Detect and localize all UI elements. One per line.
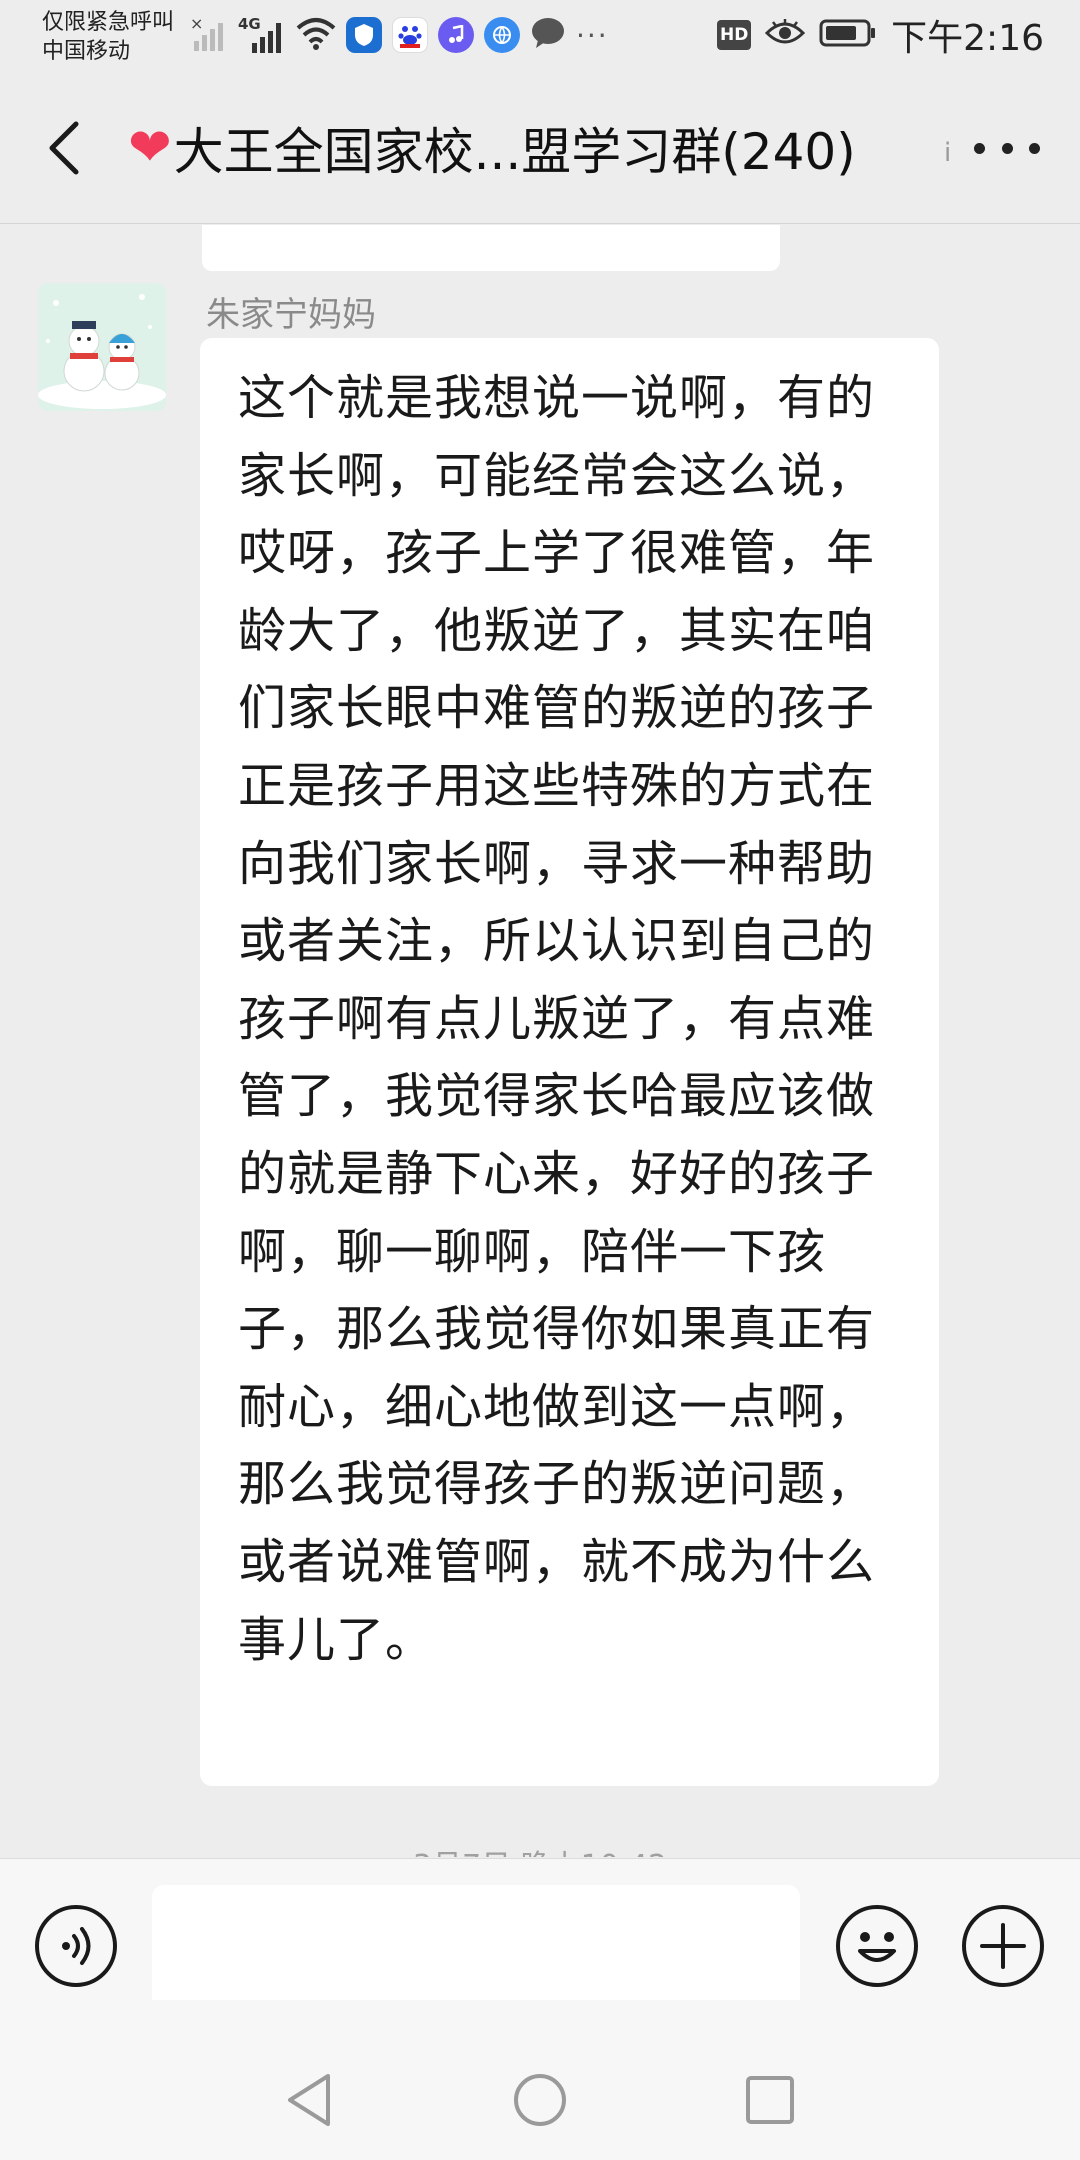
chat-title: ❤ 大王全国家校...盟学习群(240) <box>128 112 856 184</box>
circle-home-icon <box>514 2074 566 2126</box>
chat-header: ❤ 大王全国家校...盟学习群(240) ⅰ <box>0 72 1080 224</box>
message-input[interactable] <box>152 1885 800 2013</box>
sender-name: 朱家宁妈妈 <box>206 295 376 335</box>
triangle-back-icon <box>288 2074 330 2126</box>
plus-button[interactable] <box>960 1903 1046 1989</box>
clock: 下午2:16 <box>891 18 1044 59</box>
avatar[interactable] <box>38 283 166 411</box>
signal-icon: 4G <box>238 15 286 55</box>
navigation-bar <box>0 2000 1080 2160</box>
browser-app-icon <box>484 17 520 53</box>
group-name: 大王全国家校...盟学习群(240) <box>173 123 856 181</box>
voice-icon <box>35 1905 117 1987</box>
message-bubble[interactable]: 这个就是我想说一说啊，有的家长啊，可能经常会这么说，哎呀，孩子上学了很难管，年龄… <box>200 338 939 1786</box>
more-notifications-icon: ··· <box>576 18 609 52</box>
mute-indicator: ⅰ <box>944 138 952 168</box>
music-app-icon <box>438 17 474 53</box>
voice-button[interactable] <box>33 1903 119 1989</box>
emoji-button[interactable] <box>834 1903 920 1989</box>
nav-back-button[interactable] <box>282 2070 338 2130</box>
baidu-app-icon <box>392 17 428 53</box>
emergency-only-label: 仅限紧急呼叫 <box>42 10 175 35</box>
input-bar <box>0 1858 1080 2013</box>
previous-message-bubble[interactable] <box>202 225 780 271</box>
carrier-label: 中国移动 <box>42 39 131 64</box>
plus-icon <box>962 1905 1044 1987</box>
nav-recents-button[interactable] <box>744 2074 796 2126</box>
eye-comfort-icon <box>765 18 806 52</box>
more-dots-icon <box>974 142 985 154</box>
square-recents-icon <box>746 2076 794 2124</box>
svg-text:×: × <box>190 14 203 33</box>
emoji-icon <box>836 1905 918 1987</box>
timestamp: 3月7日 晚上10:42 <box>0 1841 1080 1857</box>
status-bar: 仅限紧急呼叫 中国移动 × 4G ··· HD 下午2:16 <box>0 0 1080 72</box>
carrier-info: 仅限紧急呼叫 中国移动 <box>42 8 174 66</box>
no-sim-icon: × <box>190 13 228 57</box>
more-button[interactable] <box>974 130 1040 166</box>
heart-icon: ❤ <box>128 118 172 178</box>
chevron-left-icon <box>49 121 79 175</box>
message-bubble-icon <box>530 16 566 54</box>
message-text: 这个就是我想说一说啊，有的家长啊，可能经常会这么说，哎呀，孩子上学了很难管，年龄… <box>238 370 876 1668</box>
status-icons: × 4G ··· <box>190 10 609 60</box>
back-button[interactable] <box>36 116 96 180</box>
hd-badge: HD <box>717 20 752 50</box>
status-right: HD 下午2:16 <box>717 10 1044 60</box>
nav-home-button[interactable] <box>512 2072 568 2128</box>
battery-icon <box>819 18 877 52</box>
message-list[interactable]: 朱家宁妈妈 这个就是我想说一说啊，有的家长啊，可能经常会这么说，哎呀，孩子上学了… <box>0 225 1080 1857</box>
shield-app-icon <box>346 17 382 53</box>
chat-screen: 仅限紧急呼叫 中国移动 × 4G ··· HD 下午2:16 ❤ 大王全国家校.… <box>0 0 1080 2160</box>
wifi-icon <box>296 16 336 54</box>
